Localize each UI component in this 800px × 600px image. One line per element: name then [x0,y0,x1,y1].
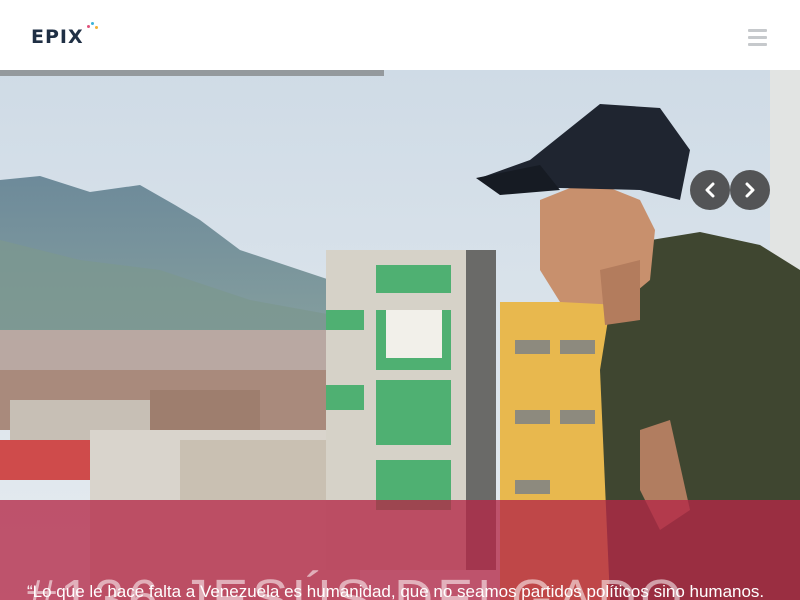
logo-sparkle-icon [87,22,99,30]
chevron-left-icon [705,182,715,198]
slide-caption: #136 JESÚS DELGADO “Lo que le hace falta… [0,500,800,600]
slider-prev-button[interactable] [690,170,730,210]
logo-text: EPIX [31,26,84,48]
site-header: EPIX [0,0,800,70]
slide-quote: “Lo que le hace falta a Venezuela es hum… [27,582,765,600]
menu-bar [748,43,767,46]
hamburger-menu-icon[interactable] [748,29,767,46]
slider-progress-bar [0,70,384,76]
chevron-right-icon [745,182,755,198]
epix-logo[interactable]: EPIX [31,22,98,50]
slider-progress-track [0,70,800,76]
slider-next-button[interactable] [730,170,770,210]
menu-bar [748,36,767,39]
menu-bar [748,29,767,32]
